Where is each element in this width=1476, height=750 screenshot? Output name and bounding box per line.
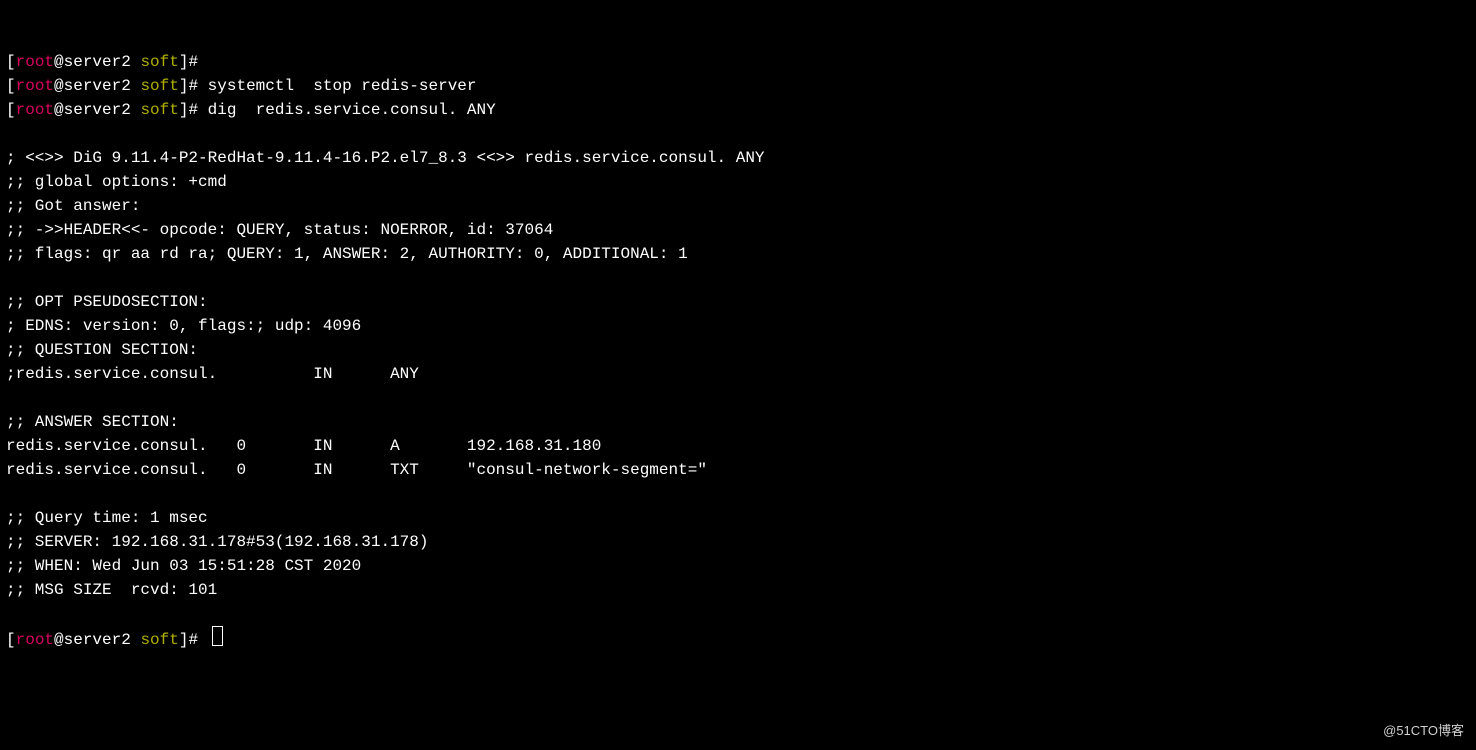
prompt-dir: soft <box>140 101 178 119</box>
prompt-line-2: [root@server2 soft]# dig redis.service.c… <box>6 101 496 119</box>
prompt-at-host: @server2 <box>54 631 140 649</box>
output-line: ;; Query time: 1 msec <box>6 509 208 527</box>
prompt-at-host: @server2 <box>54 77 140 95</box>
output-line: ;; MSG SIZE rcvd: 101 <box>6 581 217 599</box>
output-line: ;; ->>HEADER<<- opcode: QUERY, status: N… <box>6 221 553 239</box>
bracket-open: [ <box>6 53 16 71</box>
prompt-dir: soft <box>140 53 178 71</box>
prompt-dir: soft <box>140 77 178 95</box>
prompt-at-host: @server2 <box>54 53 140 71</box>
output-line: ; <<>> DiG 9.11.4-P2-RedHat-9.11.4-16.P2… <box>6 149 765 167</box>
bracket-open: [ <box>6 77 16 95</box>
output-line: ;; SERVER: 192.168.31.178#53(192.168.31.… <box>6 533 428 551</box>
output-line: redis.service.consul. 0 IN TXT "consul-n… <box>6 461 707 479</box>
bracket-close: ]# <box>179 631 208 649</box>
prompt-at-host: @server2 <box>54 101 140 119</box>
watermark-text: @51CTO博客 <box>1383 721 1464 741</box>
prompt-user: root <box>16 53 54 71</box>
cursor-icon <box>212 626 223 646</box>
bracket-open: [ <box>6 631 16 649</box>
output-line: ;; OPT PSEUDOSECTION: <box>6 293 208 311</box>
terminal-output[interactable]: [root@server2 soft]# [root@server2 soft]… <box>6 50 1470 652</box>
output-line: ;; flags: qr aa rd ra; QUERY: 1, ANSWER:… <box>6 245 688 263</box>
bracket-close: ]# <box>179 77 208 95</box>
bracket-open: [ <box>6 101 16 119</box>
prompt-line-3: [root@server2 soft]# <box>6 631 223 649</box>
prompt-dir: soft <box>140 631 178 649</box>
command-text: systemctl stop redis-server <box>208 77 477 95</box>
output-line: ;; QUESTION SECTION: <box>6 341 198 359</box>
output-line: ;; Got answer: <box>6 197 140 215</box>
output-line: ;; global options: +cmd <box>6 173 227 191</box>
output-line: ;; ANSWER SECTION: <box>6 413 179 431</box>
prompt-line-0: [root@server2 soft]# <box>6 53 208 71</box>
prompt-user: root <box>16 101 54 119</box>
bracket-close: ]# <box>179 53 208 71</box>
prompt-line-1: [root@server2 soft]# systemctl stop redi… <box>6 77 477 95</box>
output-line: ;; WHEN: Wed Jun 03 15:51:28 CST 2020 <box>6 557 361 575</box>
output-line: ;redis.service.consul. IN ANY <box>6 365 419 383</box>
prompt-user: root <box>16 77 54 95</box>
command-text: dig redis.service.consul. ANY <box>208 101 496 119</box>
output-line: redis.service.consul. 0 IN A 192.168.31.… <box>6 437 601 455</box>
bracket-close: ]# <box>179 101 208 119</box>
output-line: ; EDNS: version: 0, flags:; udp: 4096 <box>6 317 361 335</box>
prompt-user: root <box>16 631 54 649</box>
